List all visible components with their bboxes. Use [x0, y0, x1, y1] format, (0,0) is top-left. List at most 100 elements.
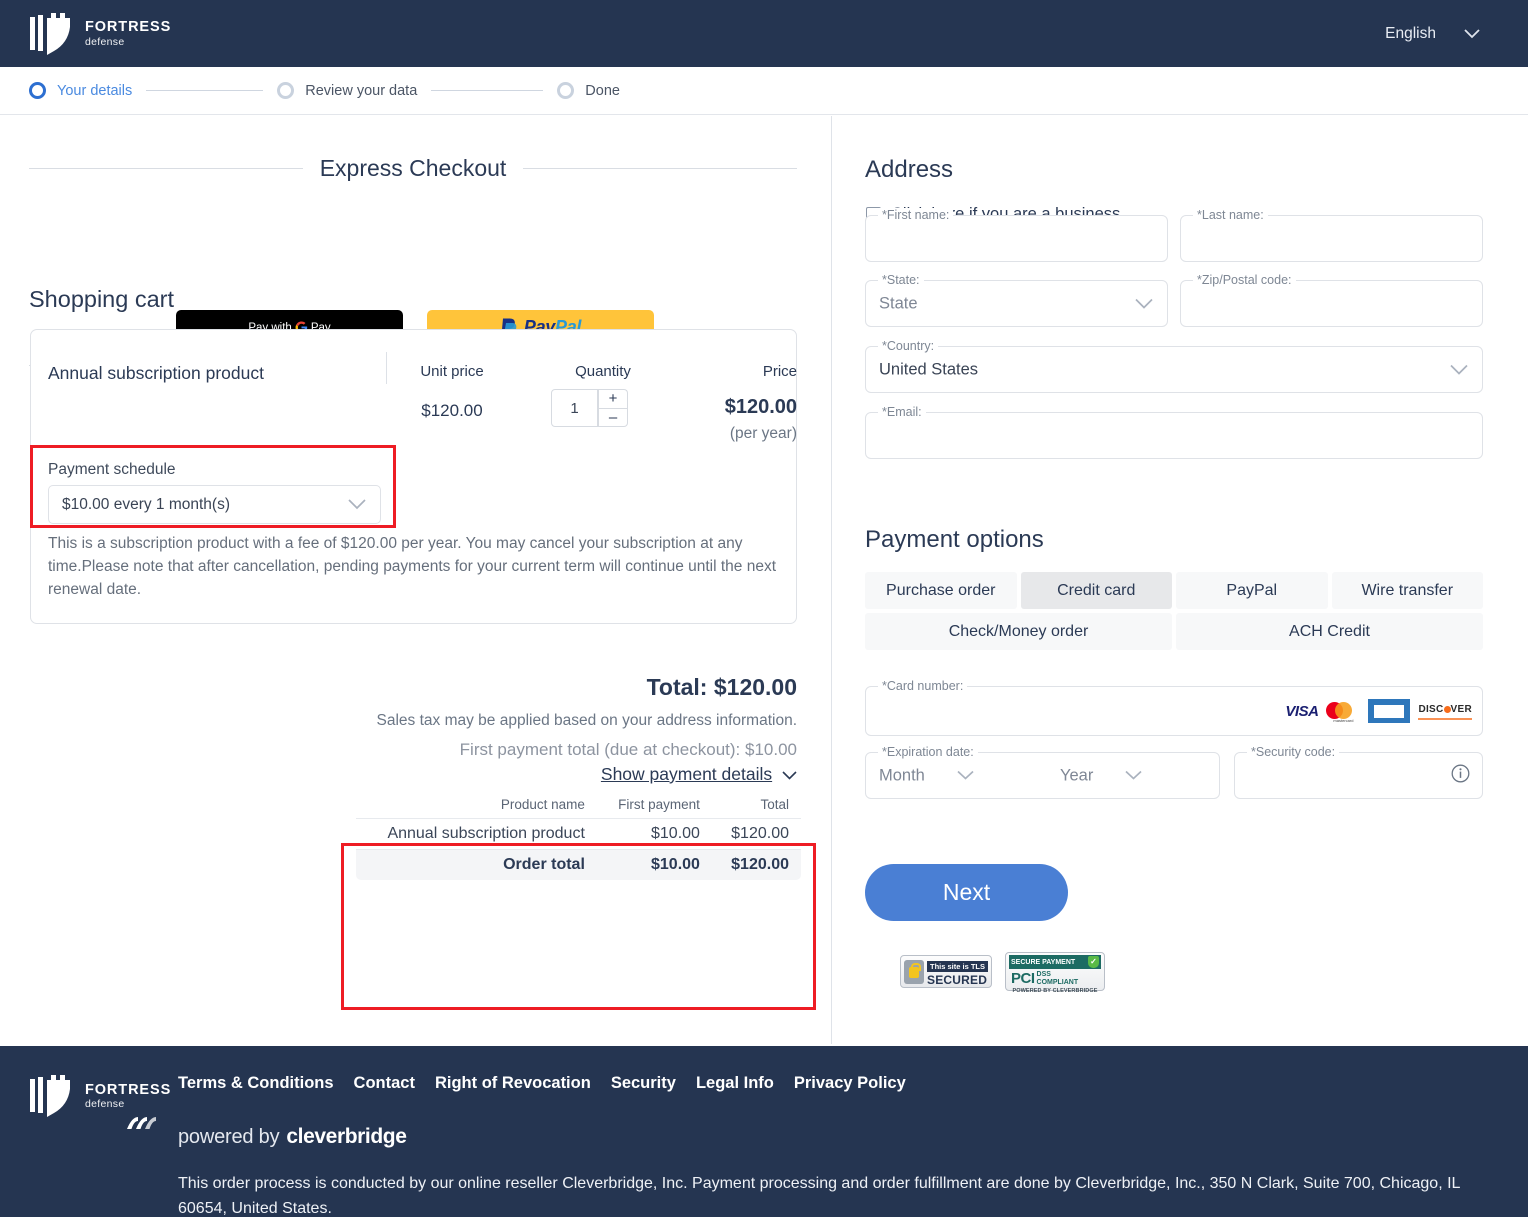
cart-product-name: Annual subscription product	[48, 363, 264, 383]
footer-links: Terms & Conditions Contact Right of Revo…	[178, 1074, 906, 1093]
email-field[interactable]: *Email:	[865, 405, 1483, 459]
express-checkout-header: Express Checkout	[29, 155, 798, 182]
lock-icon	[904, 959, 924, 984]
table-row-order-total: Order total $10.00 $120.00	[356, 849, 801, 880]
payment-options-title: Payment options	[865, 526, 1044, 553]
step-label: Review your data	[305, 82, 418, 99]
email-label: *Email:	[878, 405, 926, 419]
check-shield-icon: ✓	[1088, 956, 1099, 968]
security-code-label: *Security code:	[1247, 745, 1340, 759]
tls-badge-top-text: This site is TLS	[927, 960, 989, 972]
cart-line-price: $120.00	[724, 396, 797, 418]
expiration-year-select[interactable]: Year	[1060, 766, 1142, 785]
divider-line	[523, 168, 798, 169]
subscription-disclaimer: This is a subscription product with a fe…	[48, 535, 777, 598]
order-total-total: $120.00	[711, 849, 801, 880]
divider-line	[386, 352, 387, 384]
info-icon[interactable]	[1451, 764, 1470, 788]
state-select-field[interactable]: *State: State	[865, 273, 1168, 327]
fortress-shield-icon	[30, 12, 70, 55]
tab-ach-credit[interactable]: ACH Credit	[1176, 613, 1483, 650]
chevron-down-icon	[957, 770, 974, 781]
discover-icon: DISC VER	[1418, 704, 1472, 720]
row-first-payment: $10.00	[596, 818, 712, 850]
accepted-card-logos: VISA mastercard DISC VER	[1285, 699, 1472, 723]
tls-secured-badge: This site is TLS SECURED	[900, 955, 992, 988]
header-logo: FORTRESS defense	[30, 12, 171, 55]
step-connector	[146, 90, 264, 91]
footer-link-privacy-policy[interactable]: Privacy Policy	[794, 1074, 906, 1093]
table-header-first-payment: First payment	[596, 791, 712, 819]
pci-badge-dss-text: DSS	[1036, 971, 1051, 979]
card-number-field[interactable]: *Card number: VISA mastercard DISC VER	[865, 679, 1483, 736]
next-button[interactable]: Next	[865, 864, 1068, 921]
payment-tabs-row-1: Purchase order Credit card PayPal Wire t…	[865, 572, 1483, 609]
cart-total: Total: $120.00	[646, 674, 797, 700]
quantity-input[interactable]	[551, 389, 598, 427]
cart-unit-price: $120.00	[421, 401, 483, 420]
first-payment-total: First payment total (due at checkout): $…	[459, 740, 797, 759]
security-code-field[interactable]: *Security code:	[1234, 745, 1483, 799]
zip-postal-code-field[interactable]: *Zip/Postal code:	[1180, 273, 1483, 327]
state-value: State	[879, 294, 918, 312]
step-your-details[interactable]: Your details	[29, 82, 132, 99]
pci-badge-bottom-text: POWERED BY CLEVERBRIDGE	[1012, 988, 1098, 994]
step-connector	[431, 90, 544, 91]
footer-link-contact[interactable]: Contact	[354, 1074, 415, 1093]
order-total-first-payment: $10.00	[596, 849, 712, 880]
step-dot-icon	[277, 82, 295, 99]
visa-icon: VISA	[1285, 702, 1319, 720]
tab-check-money-order[interactable]: Check/Money order	[865, 613, 1172, 650]
tab-wire-transfer[interactable]: Wire transfer	[1331, 572, 1483, 609]
order-total-label: Order total	[356, 849, 597, 880]
chevron-down-icon	[1135, 298, 1153, 309]
pci-badge-top-text: SECURE PAYMENT	[1011, 958, 1076, 966]
footer-link-right-of-revocation[interactable]: Right of Revocation	[435, 1074, 591, 1093]
footer-legal-note: This order process is conducted by our o…	[178, 1175, 1460, 1217]
quantity-increment-button[interactable]: +	[598, 389, 628, 408]
step-dot-icon	[557, 82, 575, 99]
checkout-stepper: Your details Review your data Done	[0, 67, 1528, 115]
language-selector[interactable]: English	[1385, 25, 1480, 43]
tab-paypal[interactable]: PayPal	[1176, 572, 1328, 609]
tab-purchase-order[interactable]: Purchase order	[865, 572, 1017, 609]
last-name-field[interactable]: *Last name:	[1180, 208, 1483, 262]
zip-label: *Zip/Postal code:	[1193, 273, 1296, 287]
expiration-month-select[interactable]: Month	[879, 766, 974, 785]
tab-credit-card[interactable]: Credit card	[1020, 572, 1172, 609]
chevron-down-icon	[348, 499, 366, 510]
fortress-shield-icon	[30, 1075, 70, 1117]
country-value: United States	[879, 360, 979, 378]
brand-tagline: defense	[85, 35, 125, 48]
cart-item-row: Annual subscription product Unit price Q…	[31, 330, 798, 442]
expiration-date-field[interactable]: *Expiration date: Month Year	[865, 745, 1220, 799]
payment-method-tabs: Purchase order Credit card PayPal Wire t…	[865, 572, 1483, 654]
footer-brand-tagline: defense	[85, 1098, 125, 1110]
chevron-down-icon	[782, 764, 797, 784]
show-payment-details-link[interactable]: Show payment details	[350, 764, 797, 785]
country-label: *Country:	[878, 339, 939, 353]
pci-badge-compliant-text: COMPLIANT	[1036, 978, 1079, 986]
row-product-name: Annual subscription product	[356, 818, 597, 850]
table-header-total: Total	[711, 791, 801, 819]
expiration-year-value: Year	[1060, 766, 1094, 784]
column-header-quantity: Quantity	[575, 363, 631, 380]
footer-link-security[interactable]: Security	[611, 1074, 676, 1093]
table-header-product-name: Product name	[356, 791, 597, 819]
first-name-field[interactable]: *First name:	[865, 208, 1168, 262]
payment-schedule-select[interactable]: $10.00 every 1 month(s)	[48, 485, 381, 524]
country-select-field[interactable]: *Country: United States	[865, 339, 1483, 393]
payment-schedule-value: $10.00 every 1 month(s)	[62, 495, 231, 513]
payment-details-table: Product name First payment Total Annual …	[355, 790, 802, 881]
pci-badge-main-text: PCI	[1011, 970, 1035, 987]
chevron-down-icon	[1450, 364, 1468, 375]
footer-link-terms-conditions[interactable]: Terms & Conditions	[178, 1074, 334, 1093]
step-label: Your details	[57, 82, 133, 99]
footer-link-legal-info[interactable]: Legal Info	[696, 1074, 774, 1093]
site-footer: FORTRESS defense Terms & Conditions Cont…	[0, 1046, 1528, 1217]
card-number-label: *Card number:	[878, 679, 968, 693]
cart-price-period: (per year)	[729, 425, 797, 442]
address-section-title: Address	[865, 156, 954, 183]
quantity-decrement-button[interactable]: –	[598, 408, 628, 427]
trust-badges: This site is TLS SECURED SECURE PAYMENT …	[900, 952, 1105, 994]
